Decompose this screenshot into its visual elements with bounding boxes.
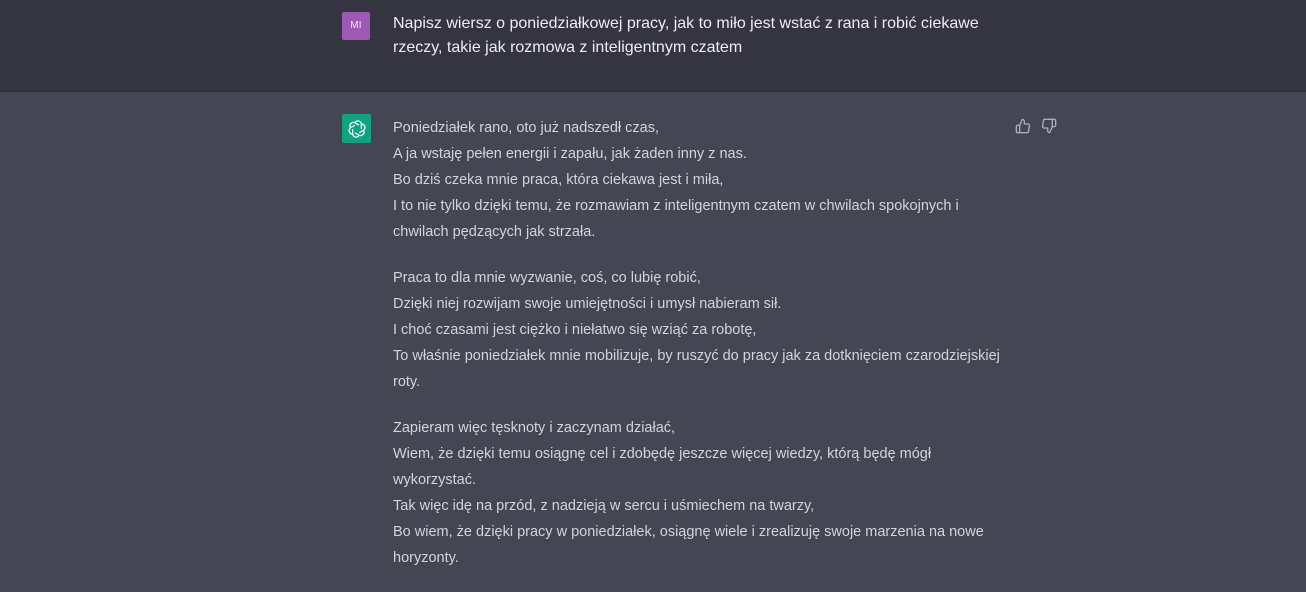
thumbs-down-icon	[1041, 118, 1057, 134]
poem-line: Dzięki niej rozwijam swoje umiejętności …	[393, 296, 782, 312]
user-avatar: MI	[342, 12, 370, 40]
poem-line: I to nie tylko dzięki temu, że rozmawiam…	[393, 198, 959, 240]
poem-line: Praca to dla mnie wyzwanie, coś, co lubi…	[393, 270, 701, 286]
openai-logo-icon	[348, 119, 365, 138]
user-message-text: Napisz wiersz o poniedziałkowej pracy, j…	[393, 15, 979, 56]
user-message-row: MI Napisz wiersz o poniedziałkowej pracy…	[0, 0, 1306, 92]
poem-stanza: Zapieram więc tęsknoty i zaczynam działa…	[393, 415, 1003, 571]
thumbs-up-button[interactable]	[1015, 118, 1031, 134]
feedback-buttons	[1015, 118, 1057, 134]
poem-line: Bo wiem, że dzięki pracy w poniedziałek,…	[393, 524, 984, 566]
poem-line: Wiem, że dzięki temu osiągnę cel i zdobę…	[393, 446, 932, 488]
poem-line: To właśnie poniedziałek mnie mobilizuje,…	[393, 348, 1000, 390]
poem-line: I choć czasami jest ciężko i niełatwo si…	[393, 322, 757, 338]
assistant-message-text: Poniedziałek rano, oto już nadszedł czas…	[393, 115, 1003, 591]
poem-line: Bo dziś czeka mnie praca, która ciekawa …	[393, 172, 724, 188]
poem-line: Tak więc idę na przód, z nadzieją w serc…	[393, 498, 815, 514]
assistant-message-row: Poniedziałek rano, oto już nadszedł czas…	[0, 92, 1306, 592]
poem-stanza: Praca to dla mnie wyzwanie, coś, co lubi…	[393, 265, 1003, 395]
thumbs-down-button[interactable]	[1041, 118, 1057, 134]
assistant-avatar	[342, 114, 371, 143]
poem-line: Zapieram więc tęsknoty i zaczynam działa…	[393, 420, 676, 436]
thumbs-up-icon	[1015, 118, 1031, 134]
poem-line: A ja wstaję pełen energii i zapału, jak …	[393, 146, 747, 162]
poem-stanza: Poniedziałek rano, oto już nadszedł czas…	[393, 115, 1003, 245]
poem-line: Poniedziałek rano, oto już nadszedł czas…	[393, 120, 659, 136]
